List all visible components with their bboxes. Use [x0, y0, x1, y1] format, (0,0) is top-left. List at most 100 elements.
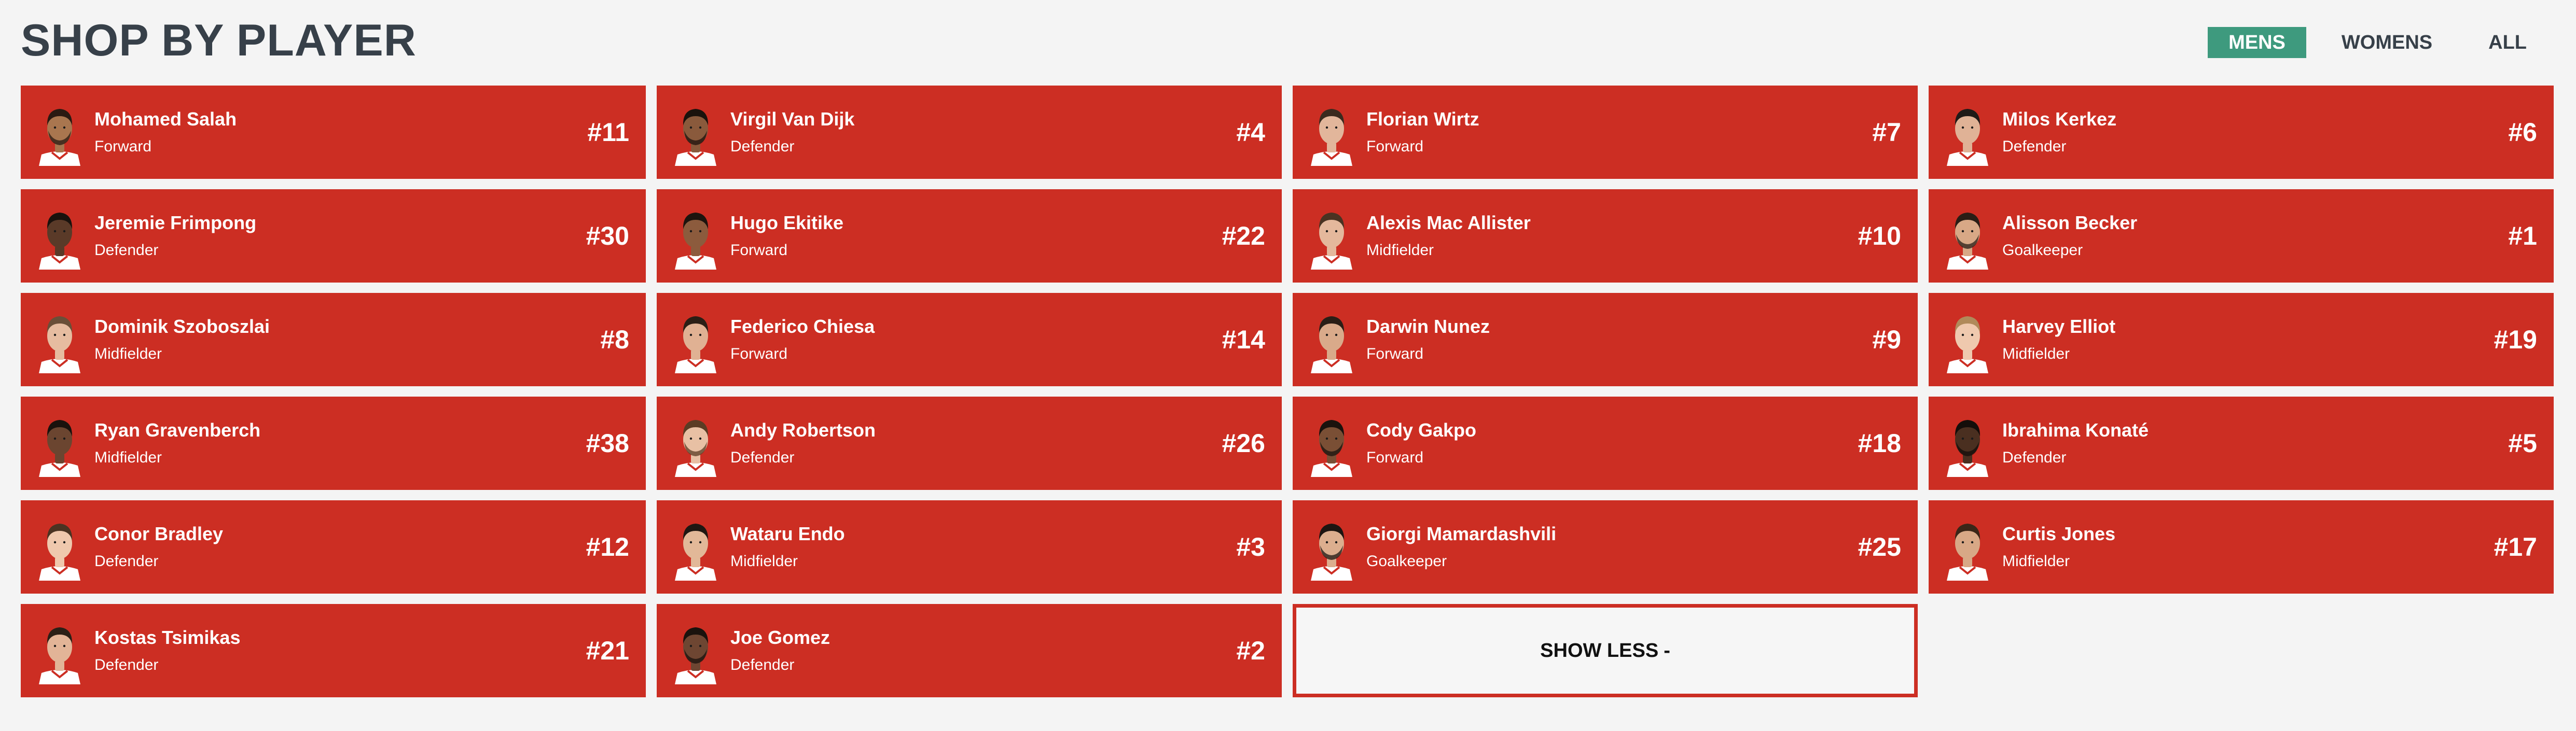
player-number: #1 [2508, 221, 2537, 250]
player-number: #11 [587, 118, 629, 147]
player-name: Kostas Tsimikas [94, 627, 241, 648]
player-position: Midfielder [94, 449, 162, 466]
player-card[interactable]: Wataru Endo Midfielder #3 [657, 500, 1282, 594]
player-card[interactable]: Mohamed Salah Forward #11 [21, 86, 646, 179]
player-position: Defender [94, 242, 159, 259]
player-number: #38 [586, 429, 629, 458]
filter-womens-button[interactable]: WOMENS [2321, 27, 2453, 58]
player-card[interactable]: Giorgi Mamardashvili Goalkeeper #25 [1293, 500, 1918, 594]
player-name: Andy Robertson [730, 419, 876, 441]
player-photo-icon [675, 109, 716, 166]
player-name: Dominik Szoboszlai [94, 316, 270, 337]
player-photo-icon [1947, 524, 1988, 581]
player-photo-icon [1947, 420, 1988, 477]
player-card[interactable]: Ryan Gravenberch Midfielder #38 [21, 397, 646, 490]
player-name: Giorgi Mamardashvili [1366, 523, 1557, 544]
player-name: Alexis Mac Allister [1366, 212, 1531, 233]
player-card[interactable]: Federico Chiesa Forward #14 [657, 293, 1282, 386]
player-position: Forward [1366, 138, 1424, 155]
player-photo-icon [1311, 109, 1352, 166]
filter-mens-button[interactable]: MENS [2208, 27, 2306, 58]
player-card[interactable]: Hugo Ekitike Forward #22 [657, 189, 1282, 283]
player-number: #7 [1872, 118, 1901, 147]
player-number: #4 [1236, 118, 1265, 147]
player-card[interactable]: Darwin Nunez Forward #9 [1293, 293, 1918, 386]
player-position: Goalkeeper [1366, 553, 1447, 570]
player-name: Curtis Jones [2002, 523, 2116, 544]
player-number: #14 [1222, 325, 1265, 354]
player-photo-icon [39, 213, 80, 270]
player-number: #18 [1858, 429, 1901, 458]
player-number: #26 [1222, 429, 1265, 458]
player-card[interactable]: Dominik Szoboszlai Midfielder #8 [21, 293, 646, 386]
player-position: Defender [94, 553, 159, 570]
player-card[interactable]: Curtis Jones Midfielder #17 [1929, 500, 2554, 594]
show-less-button[interactable]: SHOW LESS - [1293, 604, 1918, 697]
player-card[interactable]: Jeremie Frimpong Defender #30 [21, 189, 646, 283]
player-card[interactable]: Alexis Mac Allister Midfielder #10 [1293, 189, 1918, 283]
player-card[interactable]: Andy Robertson Defender #26 [657, 397, 1282, 490]
player-name: Alisson Becker [2002, 212, 2138, 233]
player-number: #8 [600, 325, 629, 354]
player-name: Jeremie Frimpong [94, 212, 257, 233]
gender-filter: MENS WOMENS ALL [2193, 27, 2547, 58]
player-photo-icon [39, 627, 80, 684]
player-position: Forward [1366, 449, 1424, 466]
player-card[interactable]: Ibrahima Konaté Defender #5 [1929, 397, 2554, 490]
player-name: Harvey Elliot [2002, 316, 2116, 337]
player-photo-icon [1311, 420, 1352, 477]
player-name: Wataru Endo [730, 523, 845, 544]
player-card[interactable]: Alisson Becker Goalkeeper #1 [1929, 189, 2554, 283]
player-photo-icon [1947, 316, 1988, 373]
player-photo-icon [1311, 316, 1352, 373]
player-name: Cody Gakpo [1366, 419, 1477, 441]
player-grid: Mohamed Salah Forward #11 Virgil Van Dij… [21, 86, 2554, 697]
player-number: #22 [1222, 221, 1265, 250]
page-title: SHOP BY PLAYER [21, 16, 417, 65]
player-number: #9 [1872, 325, 1901, 354]
minus-icon: - [1664, 639, 1670, 662]
player-position: Midfielder [730, 553, 798, 570]
player-position: Midfielder [1366, 242, 1434, 259]
player-position: Defender [730, 138, 795, 155]
filter-all-button[interactable]: ALL [2468, 27, 2547, 58]
player-number: #25 [1858, 532, 1901, 561]
player-position: Forward [1366, 345, 1424, 362]
player-number: #21 [586, 636, 629, 665]
player-name: Virgil Van Dijk [730, 108, 855, 130]
player-photo-icon [1311, 213, 1352, 270]
player-position: Forward [730, 242, 788, 259]
player-photo-icon [39, 109, 80, 166]
player-name: Milos Kerkez [2002, 108, 2117, 130]
player-number: #19 [2494, 325, 2537, 354]
player-position: Defender [2002, 449, 2067, 466]
player-card[interactable]: Milos Kerkez Defender #6 [1929, 86, 2554, 179]
player-card[interactable]: Cody Gakpo Forward #18 [1293, 397, 1918, 490]
player-position: Defender [2002, 138, 2067, 155]
player-card[interactable]: Joe Gomez Defender #2 [657, 604, 1282, 697]
player-name: Hugo Ekitike [730, 212, 844, 233]
player-card[interactable]: Conor Bradley Defender #12 [21, 500, 646, 594]
player-card[interactable]: Harvey Elliot Midfielder #19 [1929, 293, 2554, 386]
player-position: Forward [730, 345, 788, 362]
player-card[interactable]: Kostas Tsimikas Defender #21 [21, 604, 646, 697]
player-card[interactable]: Florian Wirtz Forward #7 [1293, 86, 1918, 179]
player-number: #12 [586, 532, 629, 561]
player-photo-icon [675, 420, 716, 477]
player-photo-icon [1947, 213, 1988, 270]
player-photo-icon [1311, 524, 1352, 581]
player-name: Federico Chiesa [730, 316, 875, 337]
player-number: #3 [1236, 532, 1265, 561]
player-photo-icon [675, 213, 716, 270]
player-name: Conor Bradley [94, 523, 224, 544]
player-position: Defender [730, 656, 795, 673]
player-photo-icon [39, 420, 80, 477]
player-position: Forward [94, 138, 152, 155]
player-position: Defender [94, 656, 159, 673]
player-number: #30 [586, 221, 629, 250]
player-photo-icon [39, 524, 80, 581]
player-name: Florian Wirtz [1366, 108, 1479, 130]
player-number: #6 [2508, 118, 2537, 147]
player-position: Midfielder [2002, 345, 2070, 362]
player-card[interactable]: Virgil Van Dijk Defender #4 [657, 86, 1282, 179]
